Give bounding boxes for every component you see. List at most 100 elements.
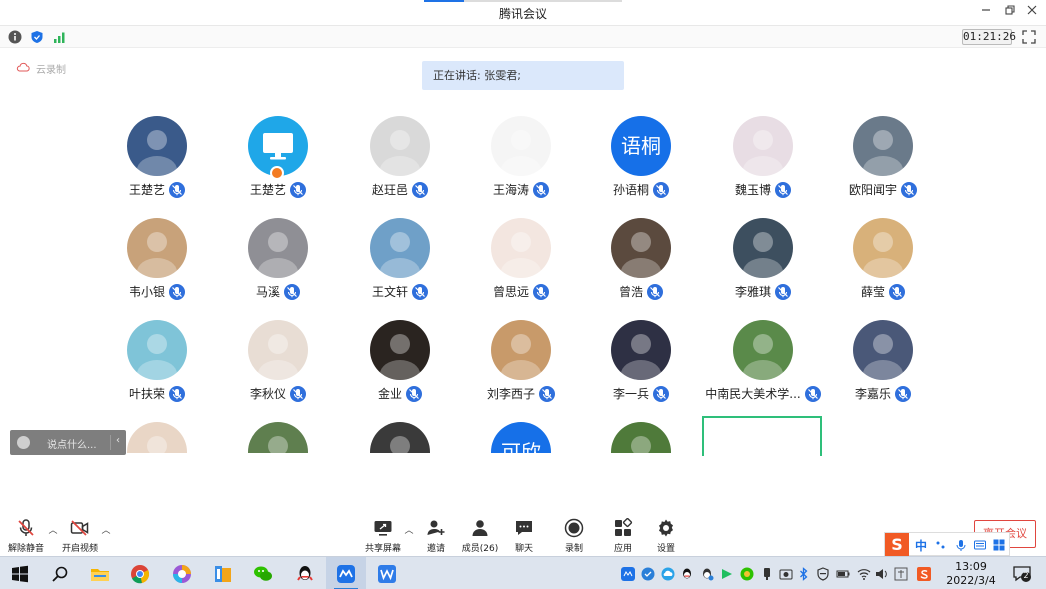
- participant-name-row: 李一兵: [581, 385, 701, 403]
- wechat-icon[interactable]: [253, 564, 273, 584]
- tray-usb-icon[interactable]: [760, 567, 774, 581]
- qq-icon[interactable]: [295, 564, 315, 584]
- mic-status-icon: [539, 385, 555, 402]
- avatar-photo: [501, 334, 541, 380]
- voice-input-icon[interactable]: [955, 539, 967, 551]
- participant-name: 王文轩: [371, 285, 408, 299]
- tray-security-icon[interactable]: [641, 567, 655, 581]
- participant-tile[interactable]: 李秋仪: [218, 320, 338, 410]
- participant-tile[interactable]: 欧阳闻宇: [823, 116, 943, 206]
- tray-shield-icon[interactable]: [816, 567, 830, 581]
- participant-tile[interactable]: 曾思远: [461, 218, 581, 308]
- search-icon[interactable]: [50, 564, 70, 584]
- chat-divider: [110, 435, 111, 450]
- members-button[interactable]: 成员(26): [455, 518, 505, 554]
- tray-cloud-icon[interactable]: [661, 567, 675, 581]
- file-explorer-icon[interactable]: [90, 564, 110, 584]
- participant-tile[interactable]: 中南民大美术学...: [703, 320, 823, 410]
- participant-tile[interactable]: 王文轩: [340, 218, 460, 308]
- chat-button[interactable]: 聊天: [499, 518, 549, 554]
- participant-name: 刘李西子: [486, 387, 535, 401]
- participant-tile[interactable]: 薛莹: [823, 218, 943, 308]
- participant-tile[interactable]: [218, 422, 338, 453]
- participant-name: 金业: [377, 387, 402, 401]
- avatar: [733, 116, 793, 176]
- windows-start-icon[interactable]: [10, 564, 30, 584]
- unmute-button[interactable]: 解除静音: [1, 518, 51, 554]
- share-screen-button[interactable]: 共享屏幕: [358, 518, 408, 554]
- video-options-caret[interactable]: ︿: [101, 526, 111, 536]
- battery-icon[interactable]: [836, 567, 850, 581]
- participant-tile[interactable]: 李嘉乐: [823, 320, 943, 410]
- start-video-button[interactable]: 开启视频: [55, 518, 105, 554]
- participant-tile[interactable]: 王海涛: [461, 116, 581, 206]
- document-app-icon[interactable]: [213, 564, 233, 584]
- participant-tile[interactable]: 叶扶荣: [97, 320, 217, 410]
- mic-status-icon: [901, 181, 917, 198]
- participant-tile[interactable]: 刘李西子: [461, 320, 581, 410]
- chat-input[interactable]: 说点什么...: [47, 436, 97, 451]
- participant-tile[interactable]: 曾浩: [581, 218, 701, 308]
- avatar: [370, 218, 430, 278]
- chrome-icon[interactable]: [130, 564, 150, 584]
- participant-tile[interactable]: 王楚艺: [218, 116, 338, 206]
- participant-name-row: 叶扶荣: [97, 385, 217, 403]
- ime-mode[interactable]: 中: [915, 537, 927, 554]
- avatar-photo: [390, 436, 410, 453]
- participant-tile[interactable]: 马溪: [218, 218, 338, 308]
- wifi-icon[interactable]: [857, 567, 871, 581]
- avatar-photo: [258, 232, 298, 278]
- mic-status-icon: [412, 181, 428, 198]
- system-clock[interactable]: 13:09 2022/3/4: [942, 560, 1000, 588]
- clock-date: 2022/3/4: [946, 574, 996, 587]
- tray-green-app-icon[interactable]: [740, 567, 754, 581]
- input-method-icon[interactable]: [894, 567, 908, 581]
- participant-tile[interactable]: 语桐 孙语桐: [581, 116, 701, 206]
- participant-tile[interactable]: 赵玨邑: [340, 116, 460, 206]
- tray-sogou-icon[interactable]: [917, 567, 931, 581]
- participant-tile[interactable]: 李雅琪: [703, 218, 823, 308]
- punctuation-icon[interactable]: [935, 539, 947, 551]
- participant-tile[interactable]: [340, 422, 460, 453]
- tray-qq-alt-icon[interactable]: [700, 567, 714, 581]
- participant-tile[interactable]: 韦小银: [97, 218, 217, 308]
- emoji-icon[interactable]: [17, 436, 30, 449]
- invite-button[interactable]: 邀请: [411, 518, 461, 554]
- record-button[interactable]: 录制: [549, 518, 599, 554]
- participant-tile[interactable]: 王楚艺: [97, 116, 217, 206]
- avatar: [853, 116, 913, 176]
- tray-screenshot-icon[interactable]: [779, 567, 793, 581]
- ime-menu-icon[interactable]: [993, 539, 1005, 551]
- avatar-photo: [743, 232, 783, 278]
- participant-tile[interactable]: 可欣: [461, 422, 581, 453]
- participant-tile[interactable]: [581, 422, 701, 453]
- participant-tile[interactable]: 金业: [340, 320, 460, 410]
- participant-name: 曾思远: [492, 285, 529, 299]
- participant-name: 中南民大美术学...: [705, 387, 801, 401]
- participant-tile[interactable]: 魏玉博: [703, 116, 823, 206]
- keyboard-icon[interactable]: [974, 539, 986, 551]
- quick-chat-bar[interactable]: 说点什么... ‹: [10, 430, 126, 455]
- participant-name: 赵玨邑: [371, 183, 408, 197]
- tencent-meeting-icon[interactable]: [336, 564, 356, 584]
- collapse-chat-icon[interactable]: ‹: [116, 435, 120, 446]
- ime-toolbar[interactable]: S 中: [884, 532, 1010, 557]
- tray-meeting-icon[interactable]: [621, 567, 635, 581]
- wps-writer-icon[interactable]: [377, 564, 397, 584]
- participant-name-row: 孙语桐: [581, 181, 701, 199]
- participant-name-row: 欧阳闻宇: [823, 181, 943, 199]
- participant-tile[interactable]: 李一兵: [581, 320, 701, 410]
- avatar: [491, 218, 551, 278]
- tray-qq-icon[interactable]: [680, 567, 694, 581]
- browser-icon[interactable]: [172, 564, 192, 584]
- bluetooth-icon[interactable]: [797, 567, 811, 581]
- avatar-photo: [258, 334, 298, 380]
- unmute-label: 解除静音: [7, 544, 44, 554]
- volume-icon[interactable]: [875, 567, 889, 581]
- chat-label: 聊天: [514, 544, 533, 554]
- notification-center[interactable]: 2: [1012, 565, 1032, 583]
- participant-name-row: 王楚艺: [97, 181, 217, 199]
- tray-video-icon[interactable]: [720, 567, 734, 581]
- participant-name-row: 马溪: [218, 283, 338, 301]
- settings-button[interactable]: 设置: [641, 518, 691, 554]
